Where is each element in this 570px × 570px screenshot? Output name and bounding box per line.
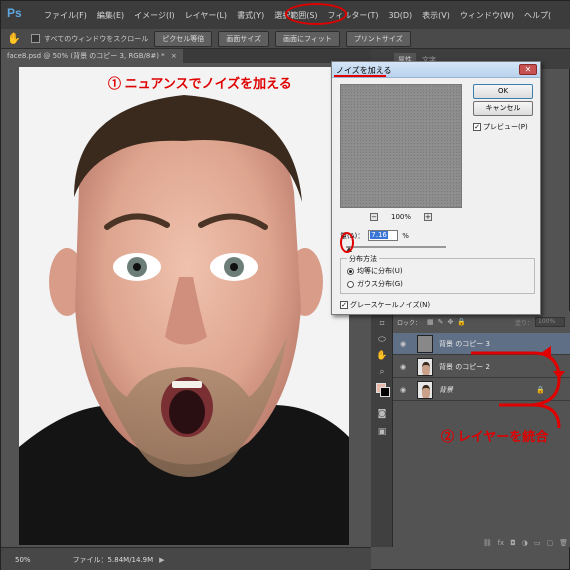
- menu-layer[interactable]: レイヤー(L): [180, 10, 232, 21]
- fit-screen-button[interactable]: 画面サイズ: [218, 30, 270, 47]
- menu-file[interactable]: ファイル(F): [39, 10, 92, 21]
- ellipse-tool-icon[interactable]: ⬭: [375, 333, 389, 347]
- add-mask-icon[interactable]: ◘: [510, 539, 516, 547]
- document-tab-close-icon[interactable]: ×: [171, 52, 177, 60]
- hand-tool-icon[interactable]: ✋: [7, 32, 21, 46]
- uniform-label: 均等に分布(U): [357, 267, 403, 275]
- menu-type[interactable]: 書式(Y): [232, 10, 269, 21]
- fill-label: 塗り：: [514, 319, 533, 327]
- amount-input[interactable]: 7.16: [368, 230, 399, 241]
- amount-highlight-circle: [340, 232, 354, 253]
- visibility-eye-icon[interactable]: ◉: [397, 340, 409, 348]
- menu-window[interactable]: ウィンドウ(W): [455, 10, 519, 21]
- uniform-radio[interactable]: [347, 267, 354, 275]
- menu-image[interactable]: イメージ(I): [129, 10, 179, 21]
- link-layers-icon[interactable]: ⛓: [483, 539, 492, 547]
- photoshop-window: Ps ファイル(F) 編集(E) イメージ(I) レイヤー(L) 書式(Y) 選…: [0, 0, 570, 570]
- lock-options-icons[interactable]: ▦✎✥🔒: [427, 318, 470, 326]
- crop-tool-icon[interactable]: ⌗: [375, 317, 389, 331]
- actual-pixels-button[interactable]: ピクセル等倍: [154, 30, 213, 47]
- zoom-level[interactable]: 50%: [15, 556, 31, 564]
- quick-mask-icon[interactable]: ◙: [375, 407, 389, 421]
- layers-lock-row: ロック： ▦✎✥🔒 塗り： 100%: [393, 315, 570, 329]
- status-menu-arrow-icon[interactable]: ▶: [159, 556, 164, 564]
- menu-3d[interactable]: 3D(D): [384, 11, 418, 20]
- lock-label: ロック：: [397, 319, 422, 327]
- amount-slider-track[interactable]: [346, 246, 446, 248]
- amount-value: 7.16: [370, 231, 388, 239]
- title-underline-annotation: [334, 75, 386, 77]
- document-tab-title: face8.psd @ 50% (背景 のコピー 3, RGB/8#) *: [7, 52, 165, 60]
- gaussian-option[interactable]: ガウス分布(G): [347, 279, 403, 289]
- gaussian-radio[interactable]: [347, 280, 354, 288]
- ok-button[interactable]: OK: [473, 84, 533, 99]
- screen-mode-icon[interactable]: ▣: [375, 425, 389, 439]
- portrait-illustration: [19, 67, 349, 545]
- trash-icon[interactable]: 🗑: [559, 539, 568, 547]
- new-layer-icon[interactable]: ▢: [546, 539, 553, 547]
- scroll-all-windows-label: すべてのウィンドウをスクロール: [44, 34, 149, 43]
- filter-preview[interactable]: [340, 84, 462, 208]
- monochromatic-label: グレースケールノイズ(N): [350, 301, 431, 309]
- distribution-group: 分布方法 均等に分布(U) ガウス分布(G): [340, 254, 535, 294]
- visibility-eye-icon[interactable]: ◉: [397, 363, 409, 371]
- background-color-swatch[interactable]: [380, 387, 390, 397]
- file-size-info: ファイル：5.84M/14.9M: [72, 555, 154, 564]
- layer-thumbnail: [417, 357, 433, 376]
- layers-footer: ⛓ fx ◘ ◑ ▭ ▢ 🗑: [393, 537, 570, 549]
- zoom-out-button[interactable]: −: [370, 213, 378, 221]
- preview-zoom-controls: − 100% +: [370, 212, 432, 222]
- canvas-area[interactable]: [1, 63, 371, 547]
- monochromatic-option[interactable]: ✓ グレースケールノイズ(N): [340, 300, 430, 310]
- cancel-button[interactable]: キャンセル: [473, 101, 533, 116]
- document-tab-bar: face8.psd @ 50% (背景 のコピー 3, RGB/8#) * ×: [1, 49, 371, 63]
- amount-unit: %: [402, 231, 409, 240]
- step1-annotation: ① ニュアンスでノイズを加える: [108, 76, 292, 91]
- fill-screen-button[interactable]: 画面にフィット: [275, 30, 340, 47]
- menu-view[interactable]: 表示(V): [417, 10, 455, 21]
- noise-preview-image: [341, 85, 461, 207]
- scroll-all-windows-checkbox[interactable]: [31, 34, 40, 43]
- step2-annotation: ② レイヤーを統合: [441, 429, 549, 444]
- filter-menu-highlight-circle: [285, 3, 347, 25]
- dialog-titlebar[interactable]: ノイズを加える ✕: [332, 62, 540, 78]
- layer-thumbnail: [417, 334, 433, 353]
- preview-zoom-level: 100%: [390, 213, 411, 221]
- add-noise-dialog: ノイズを加える ✕ − 100% + OK キャンセル ✓ プレビュー(P) 量…: [331, 61, 541, 315]
- photoshop-logo: Ps: [7, 6, 22, 20]
- hand-tool-icon-panel[interactable]: ✋: [375, 349, 389, 363]
- document-tab[interactable]: face8.psd @ 50% (背景 のコピー 3, RGB/8#) * ×: [1, 49, 183, 63]
- menu-help[interactable]: ヘルプ(: [519, 10, 556, 21]
- fx-icon[interactable]: fx: [498, 539, 505, 547]
- zoom-tool-icon[interactable]: ⌕: [375, 365, 389, 379]
- gaussian-label: ガウス分布(G): [357, 280, 403, 288]
- dialog-close-icon[interactable]: ✕: [519, 64, 537, 75]
- adjustment-layer-icon[interactable]: ◑: [522, 539, 528, 547]
- preview-option[interactable]: ✓ プレビュー(P): [473, 122, 528, 132]
- visibility-eye-icon[interactable]: ◉: [397, 386, 409, 394]
- fill-opacity-field[interactable]: 100%: [535, 317, 565, 327]
- print-size-button[interactable]: プリントサイズ: [345, 30, 411, 47]
- options-bar: ✋ すべてのウィンドウをスクロール ピクセル等倍 画面サイズ 画面にフィット プ…: [1, 29, 570, 49]
- preview-checkbox[interactable]: ✓: [473, 123, 481, 131]
- layer-name: 背景: [439, 385, 453, 394]
- monochromatic-checkbox[interactable]: ✓: [340, 301, 348, 309]
- tools-panel: ⌗ ⬭ ✋ ⌕ ◙ ▣: [371, 311, 393, 547]
- portrait-photo: [19, 67, 349, 545]
- group-folder-icon[interactable]: ▭: [534, 539, 541, 547]
- zoom-in-button[interactable]: +: [423, 213, 432, 221]
- menu-edit[interactable]: 編集(E): [92, 10, 129, 21]
- status-bar: 50% ファイル：5.84M/14.9M ▶: [1, 547, 371, 570]
- uniform-option[interactable]: 均等に分布(U): [347, 266, 403, 276]
- distribution-legend: 分布方法: [347, 254, 379, 264]
- layer-thumbnail: [417, 380, 433, 399]
- preview-label: プレビュー(P): [483, 123, 528, 131]
